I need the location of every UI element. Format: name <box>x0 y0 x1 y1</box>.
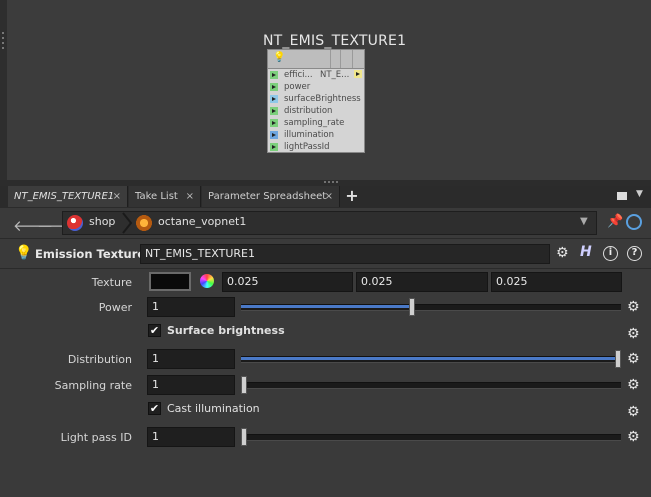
texture-g-field[interactable]: 0.025 <box>356 272 488 292</box>
input-port-icon[interactable] <box>270 143 278 151</box>
input-label: sampling_rate <box>284 118 345 128</box>
breadcrumb-shop[interactable]: shop <box>89 215 115 228</box>
node-title: NT_EMIS_TEXTURE1 <box>263 33 407 49</box>
power-field[interactable]: 1 <box>147 297 235 317</box>
light-pass-id-label: Light pass ID <box>60 431 132 444</box>
slider-handle[interactable] <box>615 350 621 368</box>
input-port-icon[interactable] <box>270 83 278 91</box>
color-swatch[interactable] <box>149 272 191 291</box>
gear-icon[interactable]: ⚙ <box>627 299 640 315</box>
input-port-icon[interactable] <box>270 119 278 127</box>
texture-label: Texture <box>91 276 132 289</box>
pane-tab-bar: NT_EMIS_TEXTURE1 × Take List × Parameter… <box>0 186 651 209</box>
distribution-field[interactable]: 1 <box>147 349 235 369</box>
help-icon[interactable]: ? <box>627 246 642 261</box>
output-label: NT_E... <box>320 70 350 80</box>
gear-icon[interactable]: ⚙ <box>627 404 640 420</box>
houdini-help-icon[interactable]: H <box>580 244 592 260</box>
cast-illumination-label: Cast illumination <box>167 402 260 415</box>
pane-grip-icon[interactable] <box>322 180 340 185</box>
input-label: lightPassId <box>284 142 330 152</box>
close-tab-icon[interactable]: × <box>186 186 194 207</box>
distribution-slider[interactable] <box>241 350 621 368</box>
input-port-icon[interactable] <box>270 95 278 103</box>
input-label: illumination <box>284 130 334 140</box>
node-flag-divider <box>340 50 341 68</box>
pane-layout-icon[interactable] <box>617 192 627 200</box>
sampling-rate-slider[interactable] <box>241 376 621 394</box>
node-input-row[interactable]: surfaceBrightness <box>270 93 361 105</box>
power-label: Power <box>98 301 132 314</box>
gear-icon[interactable]: ⚙ <box>627 429 640 445</box>
breadcrumb-vopnet[interactable]: octane_vopnet1 <box>158 215 246 228</box>
gear-icon[interactable]: ⚙ <box>627 377 640 393</box>
slider-fill <box>241 305 412 308</box>
tab-label: Parameter Spreadsheet <box>208 191 327 202</box>
close-tab-icon[interactable]: × <box>113 186 121 207</box>
texture-b-field[interactable]: 0.025 <box>491 272 622 292</box>
output-port-icon[interactable] <box>354 70 362 78</box>
network-side-strip <box>0 0 7 183</box>
power-slider[interactable] <box>241 298 621 316</box>
node-flag-divider <box>352 50 353 68</box>
input-label: distribution <box>284 106 333 116</box>
input-label: effici... <box>284 70 313 80</box>
add-tab-button[interactable]: + <box>344 186 360 207</box>
cast-illumination-checkbox[interactable]: ✔ <box>148 402 161 415</box>
node-type-label: Emission Texture <box>35 247 146 261</box>
gear-icon[interactable]: ⚙ <box>627 351 640 367</box>
node-name-input[interactable]: NT_EMIS_TEXTURE1 <box>140 244 550 264</box>
input-label: surfaceBrightness <box>284 94 361 104</box>
bulb-icon: 💡 <box>273 52 286 63</box>
slider-handle[interactable] <box>409 298 415 316</box>
node-input-row[interactable]: distribution <box>270 105 332 117</box>
slider-handle[interactable] <box>241 376 247 394</box>
tab-label: Take List <box>135 191 178 202</box>
breadcrumb-separator-icon <box>122 212 133 234</box>
node-flag-divider <box>330 50 331 68</box>
slider-handle[interactable] <box>241 428 247 446</box>
light-pass-id-field[interactable]: 1 <box>147 427 235 447</box>
input-label: power <box>284 82 311 92</box>
node-input-row[interactable]: power <box>270 81 310 93</box>
info-icon[interactable]: i <box>603 246 618 261</box>
surface-brightness-label: Surface brightness <box>167 324 285 337</box>
sampling-rate-label: Sampling rate <box>54 379 132 392</box>
shop-context-icon <box>67 215 83 231</box>
vop-network-icon <box>136 215 152 231</box>
shader-node[interactable]: 💡 effici... power surfaceBrightness dist… <box>267 49 365 153</box>
input-port-icon[interactable] <box>270 107 278 115</box>
node-header[interactable]: 💡 <box>268 50 364 69</box>
bulb-icon: 💡 <box>15 245 33 261</box>
sampling-rate-field[interactable]: 1 <box>147 375 235 395</box>
gear-icon[interactable]: ⚙ <box>627 326 640 342</box>
surface-brightness-checkbox[interactable]: ✔ <box>148 324 161 337</box>
tab-label: NT_EMIS_TEXTURE1 <box>14 191 115 202</box>
node-input-row[interactable]: lightPassId <box>270 141 330 153</box>
light-pass-id-slider[interactable] <box>241 428 621 446</box>
color-wheel-icon[interactable] <box>200 274 214 288</box>
gear-icon[interactable]: ⚙ <box>556 245 569 261</box>
node-input-row[interactable]: effici... <box>270 69 313 81</box>
pin-icon[interactable]: 📌 <box>607 214 623 229</box>
node-input-row[interactable]: sampling_rate <box>270 117 344 129</box>
input-port-icon[interactable] <box>270 131 278 139</box>
slider-fill <box>241 357 618 360</box>
tab-take-list[interactable]: Take List × <box>129 186 201 207</box>
pane-menu-chevron-down-icon[interactable]: ▼ <box>636 189 643 199</box>
tab-parameters[interactable]: NT_EMIS_TEXTURE1 × <box>8 186 128 207</box>
texture-r-field[interactable]: 0.025 <box>222 272 353 292</box>
distribution-label: Distribution <box>67 353 132 366</box>
path-dropdown-chevron-icon[interactable]: ▼ <box>580 216 588 227</box>
input-port-icon[interactable] <box>270 71 278 79</box>
tab-parameter-spreadsheet[interactable]: Parameter Spreadsheet × <box>202 186 340 207</box>
node-input-row[interactable]: illumination <box>270 129 334 141</box>
link-toggle-icon[interactable] <box>626 214 642 230</box>
drag-handle-icon[interactable] <box>2 32 5 52</box>
close-tab-icon[interactable]: × <box>325 186 333 207</box>
